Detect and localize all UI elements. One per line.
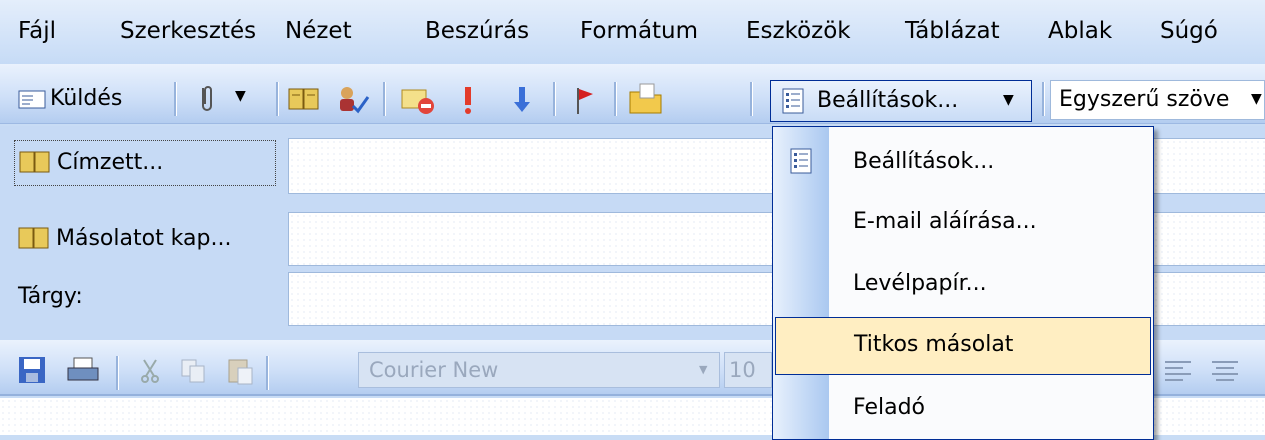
envelope-icon	[18, 90, 46, 109]
chevron-down-icon: ▼	[699, 363, 708, 376]
menu-tools[interactable]: Eszközök	[746, 16, 851, 46]
flag-icon[interactable]	[572, 84, 596, 116]
align-left-icon[interactable]	[1163, 358, 1193, 384]
menu-item-bcc[interactable]: Titkos másolat	[775, 317, 1151, 375]
copy-icon[interactable]	[180, 358, 208, 384]
open-folder-icon[interactable]	[628, 82, 664, 116]
to-label: Címzett...	[57, 150, 164, 175]
cut-icon[interactable]	[138, 358, 162, 384]
toolbar-separator	[750, 82, 753, 116]
menu-item-from[interactable]: Feladó	[773, 379, 1153, 437]
toolbar-separator	[174, 82, 177, 116]
check-names-icon[interactable]	[335, 84, 371, 116]
low-importance-icon[interactable]	[512, 84, 532, 116]
message-format-value: Egyszerű szöve	[1059, 87, 1230, 112]
menu-item-label: Levélpapír...	[853, 271, 987, 296]
options-dropdown-button[interactable]: Beállítások... ▼	[770, 80, 1032, 122]
send-label: Küldés	[50, 86, 123, 111]
chevron-down-icon: ▼	[1003, 92, 1014, 108]
toolbar-separator	[614, 82, 617, 116]
message-format-select[interactable]: Egyszerű szöve ▼	[1050, 80, 1265, 120]
chevron-down-icon[interactable]: ▼	[1251, 91, 1262, 107]
menu-item-label: Titkos másolat	[854, 332, 1014, 357]
cc-label: Másolatot kap...	[56, 226, 232, 251]
menu-insert[interactable]: Beszúrás	[425, 16, 529, 46]
menu-help[interactable]: Súgó	[1160, 16, 1218, 46]
chevron-down-icon[interactable]: ▼	[235, 88, 246, 104]
menu-bar: Fájl Szerkesztés Nézet Beszúrás Formátum…	[0, 0, 1265, 64]
menu-table[interactable]: Táblázat	[905, 16, 1000, 46]
toolbar-separator	[116, 356, 119, 390]
options-dropdown-menu: Beállítások... E-mail aláírása... Levélp…	[772, 126, 1154, 440]
toolbar-separator	[1042, 82, 1045, 116]
save-icon[interactable]	[18, 356, 46, 384]
cc-button[interactable]: Másolatot kap...	[14, 220, 286, 260]
menu-edit[interactable]: Szerkesztés	[120, 16, 256, 46]
menu-file[interactable]: Fájl	[18, 16, 56, 46]
subject-label: Tárgy:	[18, 284, 83, 309]
menu-item-label: Feladó	[853, 395, 926, 420]
menu-view[interactable]: Nézet	[285, 16, 352, 46]
print-icon[interactable]	[66, 356, 100, 386]
high-importance-icon[interactable]	[458, 84, 478, 116]
align-center-icon[interactable]	[1210, 358, 1240, 384]
menu-window[interactable]: Ablak	[1048, 16, 1112, 46]
options-icon	[782, 88, 804, 114]
options-label: Beállítások...	[817, 88, 959, 113]
menu-item-email-signature[interactable]: E-mail aláírása...	[773, 193, 1153, 251]
paste-icon[interactable]	[226, 356, 256, 386]
toolbar-separator	[553, 82, 556, 116]
toolbar-separator	[383, 82, 386, 116]
font-value: Courier New	[369, 358, 499, 382]
paperclip-icon	[202, 86, 212, 111]
font-size-select[interactable]: 10	[724, 352, 772, 388]
toolbar-separator	[276, 82, 279, 116]
send-button[interactable]: Küldés	[18, 84, 160, 116]
menu-item-label: E-mail aláírása...	[853, 209, 1037, 234]
menu-item-stationery[interactable]: Levélpapír...	[773, 255, 1153, 313]
attach-button[interactable]: ▼	[195, 84, 261, 116]
toolbar-separator	[266, 356, 269, 390]
address-book-icon[interactable]	[288, 86, 322, 114]
address-book-icon	[18, 227, 49, 249]
menu-item-options[interactable]: Beállítások...	[773, 133, 1153, 191]
menu-format[interactable]: Formátum	[580, 16, 698, 46]
permission-icon[interactable]	[400, 84, 436, 116]
font-select[interactable]: Courier New ▼	[358, 352, 720, 388]
to-button[interactable]: Címzett...	[14, 140, 276, 186]
options-icon	[790, 148, 812, 174]
menu-item-label: Beállítások...	[853, 149, 995, 174]
font-size-value: 10	[729, 358, 756, 382]
address-book-icon	[19, 151, 50, 173]
